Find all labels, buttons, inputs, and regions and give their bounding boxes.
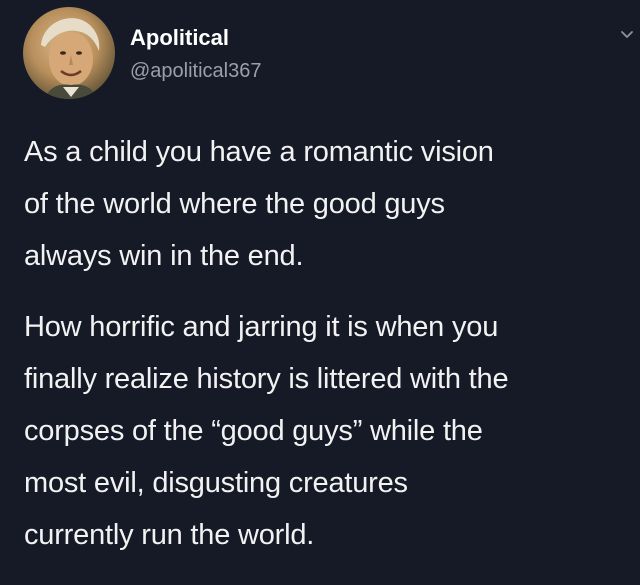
tweet-text-line: most evil, disgusting creatures <box>24 467 408 499</box>
tweet-card: Apolitical @apolitical367 As a child you… <box>0 0 640 585</box>
tweet-text-line: of the world where the good guys <box>24 188 445 220</box>
tweet-text-line: How horrific and jarring it is when you <box>24 311 499 343</box>
avatar[interactable] <box>23 7 115 99</box>
tweet-text-line: As a child you have a romantic vision <box>24 136 494 168</box>
tweet-paragraph-2: How horrific and jarring it is when you … <box>24 301 624 561</box>
tweet-text-line: currently run the world. <box>24 519 315 551</box>
tweet-text-line: always win in the end. <box>24 240 304 272</box>
display-name[interactable]: Apolitical <box>130 25 229 51</box>
chevron-down-icon[interactable] <box>620 28 634 42</box>
user-handle[interactable]: @apolitical367 <box>130 59 262 83</box>
avatar-portrait-icon <box>41 18 100 99</box>
tweet-text-line: finally realize history is littered with… <box>24 363 509 395</box>
tweet-paragraph-1: As a child you have a romantic vision of… <box>24 126 624 282</box>
tweet-text-line: corpses of the “good guys” while the <box>24 415 483 447</box>
